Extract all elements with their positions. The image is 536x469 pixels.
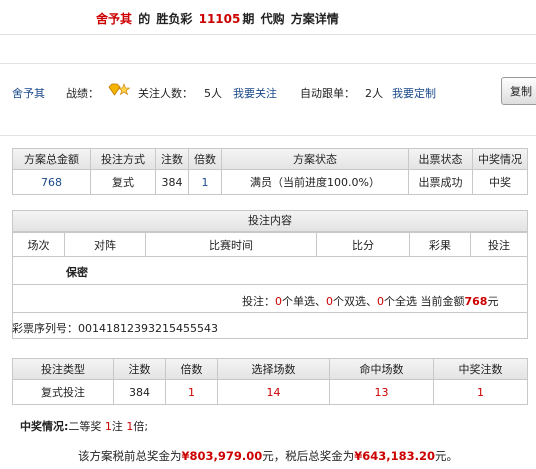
full-count: 0 <box>377 295 384 308</box>
divider <box>0 135 536 136</box>
result-table: 投注类型 注数 倍数 选择场数 命中场数 中奖注数 复式投注 384 1 14 … <box>12 358 528 405</box>
record-label: 战绩： <box>66 87 99 100</box>
auto-label: 自动跟单： <box>300 87 355 100</box>
current-amount: 768 <box>464 295 488 308</box>
total-suffix: 元。 <box>435 449 459 463</box>
scheme-col-header: 出票状态 <box>408 148 473 170</box>
scheme-row: 768 复式 384 1 满员（当前进度100.0%） 出票成功 中奖 <box>12 169 528 195</box>
ticket-status: 出票成功 <box>408 169 473 195</box>
bet-col-header: 投注 <box>470 232 528 257</box>
result-col-header: 倍数 <box>165 358 218 380</box>
bet-col-header: 比赛时间 <box>145 232 317 257</box>
title-daigou: 代购 <box>260 12 285 26</box>
divider <box>0 63 536 64</box>
medal-icon <box>108 83 131 97</box>
prize-status: 中奖 <box>472 169 528 195</box>
scheme-method: 复式 <box>90 169 156 195</box>
single-label: 个单选、 <box>282 295 326 308</box>
prize-zhu: 注 <box>111 420 123 433</box>
result-row: 复式投注 384 1 14 13 1 <box>12 379 528 405</box>
result-multiple: 1 <box>165 379 218 405</box>
result-selected: 14 <box>217 379 330 405</box>
bet-header-row: 场次 对阵 比赛时间 比分 彩果 投注 <box>12 232 528 257</box>
bet-col-header: 比分 <box>316 232 410 257</box>
secret-label: 保密 <box>66 266 88 279</box>
yuan-label: 元 <box>487 295 499 308</box>
summary-prefix: 投注： <box>242 295 275 308</box>
result-col-header: 投注类型 <box>12 358 114 380</box>
divider <box>12 312 528 313</box>
scheme-col-header: 方案总金额 <box>12 148 91 170</box>
scheme-table: 方案总金额 投注方式 注数 倍数 方案状态 出票状态 中奖情况 768 复式 3… <box>12 148 528 195</box>
double-count: 0 <box>326 295 333 308</box>
page-title: 舍予其 的 胜负彩 11105 期 代购 方案详情 <box>96 10 341 27</box>
total-prefix: 该方案税前总奖金为 <box>78 449 182 463</box>
single-count: 0 <box>275 295 282 308</box>
title-game: 胜负彩 <box>156 12 193 26</box>
serial-row: 彩票序列号：00141812393215455543 <box>12 320 218 336</box>
follow-count: 5人 <box>204 87 222 100</box>
scheme-amount: 768 <box>12 169 91 195</box>
double-label: 个双选、 <box>333 295 377 308</box>
scheme-col-header: 倍数 <box>188 148 222 170</box>
serial-number: 00141812393215455543 <box>78 322 218 335</box>
prize-total: 该方案税前总奖金为¥803,979.00元，税后总奖金为¥643,183.20元… <box>78 448 458 464</box>
prize-count: 1 <box>104 420 112 433</box>
serial-label: 彩票序列号： <box>12 322 78 335</box>
bet-col-header: 彩果 <box>409 232 471 257</box>
pre-tax-amount: ¥803,979.00 <box>181 449 263 463</box>
scheme-multiple: 1 <box>188 169 222 195</box>
result-winning: 1 <box>433 379 528 405</box>
scheme-col-header: 投注方式 <box>90 148 156 170</box>
scheme-col-header: 中奖情况 <box>472 148 528 170</box>
result-col-header: 中奖注数 <box>433 358 528 380</box>
divider <box>12 284 528 285</box>
result-header-row: 投注类型 注数 倍数 选择场数 命中场数 中奖注数 <box>12 358 528 380</box>
result-count: 384 <box>113 379 166 405</box>
copy-button[interactable]: 复制 <box>501 77 536 105</box>
title-user[interactable]: 舍予其 <box>96 12 132 26</box>
bet-col-header: 场次 <box>12 232 65 257</box>
total-mid: 元，税后总奖金为 <box>262 449 355 463</box>
title-qi: 期 <box>242 12 255 26</box>
title-detail: 方案详情 <box>290 12 339 26</box>
bet-table: 场次 对阵 比赛时间 比分 彩果 投注 <box>12 232 528 257</box>
scheme-col-header: 方案状态 <box>221 148 409 170</box>
follow-label: 关注人数： <box>138 87 193 100</box>
prize-bei: 倍; <box>133 420 149 433</box>
result-hit: 13 <box>329 379 434 405</box>
title-period: 11105 <box>198 12 241 26</box>
auto-count: 2人 <box>365 87 383 100</box>
after-tax-amount: ¥643,183.20 <box>354 449 436 463</box>
scheme-status: 满员（当前进度100.0%） <box>221 169 409 195</box>
title-de: 的 <box>138 12 151 26</box>
prize-info: 中奖情况:二等奖 1注 1倍; <box>20 418 148 434</box>
scheme-header-row: 方案总金额 投注方式 注数 倍数 方案状态 出票状态 中奖情况 <box>12 148 528 170</box>
full-label: 个全选 当前金额 <box>384 295 465 308</box>
divider <box>0 34 536 35</box>
scheme-count: 384 <box>155 169 189 195</box>
user-link[interactable]: 舍予其 <box>12 85 45 101</box>
result-col-header: 选择场数 <box>217 358 330 380</box>
bet-col-header: 对阵 <box>64 232 146 257</box>
bet-content-title: 投注内容 <box>13 211 527 232</box>
result-col-header: 命中场数 <box>329 358 434 380</box>
result-type: 复式投注 <box>12 379 114 405</box>
result-col-header: 注数 <box>113 358 166 380</box>
follow-link[interactable]: 我要关注 <box>233 85 277 101</box>
auto-link[interactable]: 我要定制 <box>392 85 436 101</box>
bet-summary: 投注：0个单选、0个双选、0个全选 当前金额768元 <box>242 293 498 309</box>
prize-level: 二等奖 <box>68 420 102 433</box>
scheme-col-header: 注数 <box>155 148 189 170</box>
prize-label: 中奖情况: <box>20 420 69 433</box>
